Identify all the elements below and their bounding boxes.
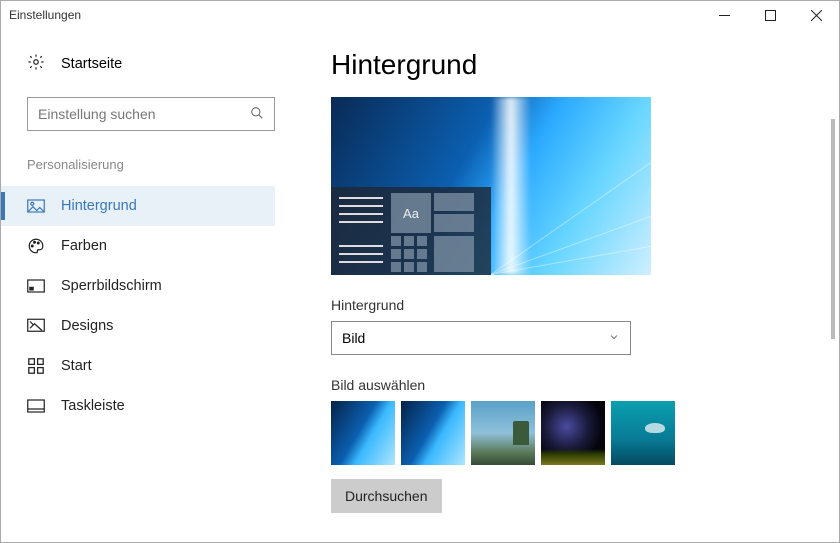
taskbar-icon — [27, 399, 45, 413]
sidebar-item-hintergrund[interactable]: Hintergrund — [1, 186, 275, 226]
sidebar-item-label: Sperrbildschirm — [61, 278, 162, 294]
browse-button[interactable]: Durchsuchen — [331, 479, 442, 513]
gear-icon — [27, 53, 45, 75]
lockscreen-icon — [27, 279, 45, 293]
search-input[interactable]: Einstellung suchen — [27, 97, 275, 131]
palette-icon — [27, 237, 45, 255]
sidebar-item-farben[interactable]: Farben — [1, 226, 275, 266]
titlebar: Einstellungen — [1, 1, 839, 29]
sidebar-item-start[interactable]: Start — [1, 346, 275, 386]
search-placeholder: Einstellung suchen — [38, 106, 250, 122]
background-label: Hintergrund — [331, 297, 809, 313]
image-icon — [27, 199, 45, 213]
minimize-button[interactable] — [701, 1, 747, 29]
sidebar-item-taskleiste[interactable]: Taskleiste — [1, 386, 275, 426]
sidebar-item-label: Farben — [61, 238, 107, 254]
close-button[interactable] — [793, 1, 839, 29]
thumbnail-4[interactable] — [541, 401, 605, 465]
sidebar: Startseite Einstellung suchen Personalis… — [1, 29, 301, 542]
search-icon — [250, 106, 264, 123]
sidebar-item-label: Start — [61, 358, 92, 374]
start-icon — [27, 358, 45, 374]
settings-window: Einstellungen Startseite Einstellung — [0, 0, 840, 543]
home-label: Startseite — [61, 56, 122, 72]
category-header: Personalisierung — [27, 157, 275, 172]
themes-icon — [27, 318, 45, 334]
background-preview: Aa — [331, 97, 651, 275]
sidebar-item-label: Hintergrund — [61, 198, 137, 214]
sidebar-item-designs[interactable]: Designs — [1, 306, 275, 346]
choose-image-label: Bild auswählen — [331, 377, 809, 393]
background-type-dropdown[interactable]: Bild — [331, 321, 631, 355]
window-body: Startseite Einstellung suchen Personalis… — [1, 29, 839, 542]
scrollbar[interactable] — [831, 119, 835, 339]
thumbnail-2[interactable] — [401, 401, 465, 465]
window-title: Einstellungen — [9, 8, 701, 22]
thumbnail-3[interactable] — [471, 401, 535, 465]
preview-start-menu: Aa — [331, 187, 491, 275]
maximize-button[interactable] — [747, 1, 793, 29]
window-controls — [701, 1, 839, 29]
main-content: Hintergrund Aa — [301, 29, 839, 542]
dropdown-value: Bild — [342, 330, 608, 346]
sidebar-item-sperrbildschirm[interactable]: Sperrbildschirm — [1, 266, 275, 306]
page-title: Hintergrund — [331, 49, 809, 81]
image-thumbnails — [331, 401, 809, 465]
sidebar-item-label: Designs — [61, 318, 113, 334]
chevron-down-icon — [608, 330, 620, 346]
sidebar-item-label: Taskleiste — [61, 398, 125, 414]
browse-button-label: Durchsuchen — [345, 488, 428, 504]
thumbnail-5[interactable] — [611, 401, 675, 465]
preview-sample-text: Aa — [391, 193, 431, 233]
thumbnail-1[interactable] — [331, 401, 395, 465]
sidebar-nav: Hintergrund Farben Sperrbildschirm — [27, 186, 275, 426]
home-link[interactable]: Startseite — [27, 53, 275, 75]
